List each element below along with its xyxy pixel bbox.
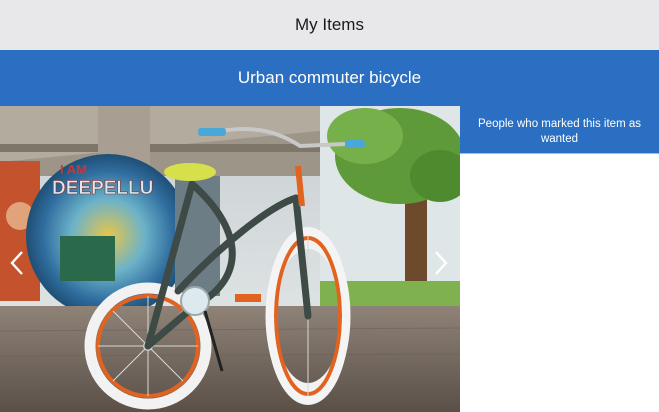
- wanted-by-list[interactable]: [460, 154, 659, 412]
- item-photo-gallery[interactable]: I AM DEEPELLU: [0, 106, 460, 412]
- previous-photo-button[interactable]: [4, 246, 30, 280]
- item-photo: I AM DEEPELLU: [0, 106, 460, 412]
- app-header: My Items: [0, 0, 659, 50]
- wanted-by-panel: People who marked this item as wanted: [460, 106, 659, 412]
- svg-text:I AM: I AM: [60, 162, 87, 177]
- chevron-left-icon: [10, 251, 23, 275]
- page-title: My Items: [295, 15, 364, 34]
- wanted-by-heading: People who marked this item as wanted: [460, 106, 659, 154]
- item-title-bar: Urban commuter bicycle: [0, 50, 659, 106]
- item-title: Urban commuter bicycle: [237, 68, 422, 87]
- chevron-right-icon: [435, 251, 448, 275]
- next-photo-button[interactable]: [428, 246, 454, 280]
- svg-text:DEEPELLU: DEEPELLU: [52, 178, 153, 199]
